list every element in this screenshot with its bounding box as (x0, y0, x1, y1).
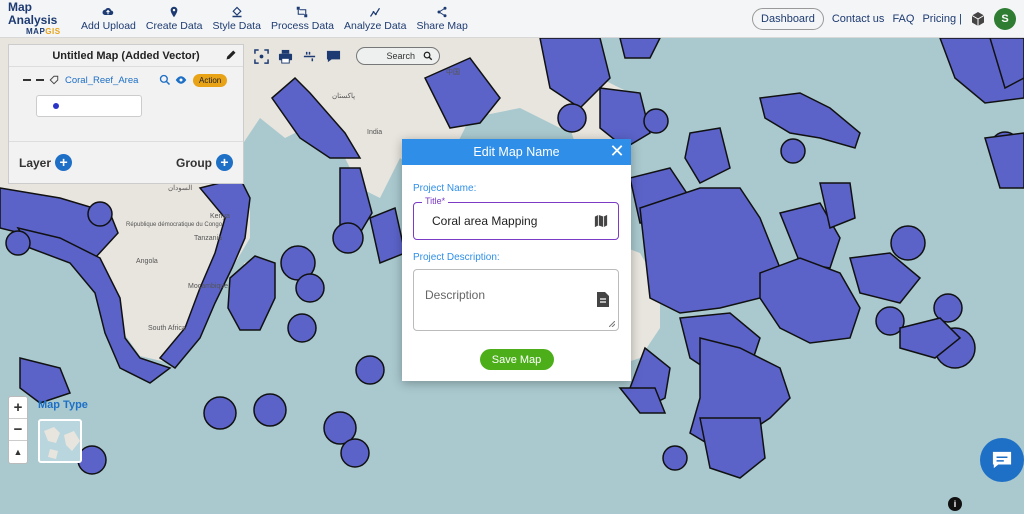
close-icon[interactable]: ✕ (609, 142, 625, 160)
title-field-label: Title* (422, 196, 449, 206)
title-input-value: Coral area Mapping (432, 214, 538, 228)
nav-create-data-label: Create Data (145, 19, 203, 32)
map-title: Untitled Map (Added Vector) (52, 49, 200, 62)
description-placeholder: Description (425, 288, 486, 302)
eye-icon[interactable] (175, 74, 187, 86)
nav-menu: Add Upload Create Data Style Data Proces… (76, 6, 473, 32)
nav-analyze-data[interactable]: Analyze Data (339, 6, 411, 32)
resize-handle-icon[interactable] (609, 321, 615, 327)
map-title-bar: Untitled Map (Added Vector) (9, 45, 243, 67)
logo-sub-map: MAP (26, 27, 46, 36)
user-avatar[interactable]: S (994, 8, 1016, 30)
layer-row[interactable]: Coral_Reef_Area Action (9, 67, 243, 93)
analyze-chart-icon (370, 7, 381, 17)
zoom-in-button[interactable]: + (9, 397, 27, 419)
process-nodes-icon (297, 6, 308, 17)
layer-legend (36, 95, 142, 117)
nav-add-upload-label: Add Upload (81, 19, 136, 32)
fullscreen-icon[interactable] (254, 48, 269, 64)
chat-button[interactable] (980, 438, 1024, 482)
drag-handle[interactable] (23, 79, 31, 81)
layer-name-link[interactable]: Coral_Reef_Area (65, 75, 159, 86)
add-layer-group: Layer + (19, 154, 73, 171)
nav-style-data[interactable]: Style Data (208, 6, 266, 32)
map-search-label: Search (386, 51, 415, 61)
project-description-label: Project Description: (413, 252, 500, 263)
chat-icon (992, 451, 1012, 469)
share-icon (437, 6, 447, 17)
legend-symbol (53, 103, 59, 109)
logo-subtitle: MAPGIS (26, 27, 61, 36)
cube-icon[interactable] (970, 11, 986, 27)
zoom-to-layer-icon[interactable] (159, 74, 171, 86)
paint-bucket-icon (232, 6, 242, 17)
dialog-title: Edit Map Name (473, 145, 560, 159)
zoom-controls: + − ▲ (8, 396, 28, 464)
faq-link[interactable]: FAQ (892, 13, 914, 25)
map-label-india: India (367, 129, 382, 136)
search-icon (423, 51, 433, 61)
edit-map-name-dialog: Edit Map Name ✕ Project Name: Title* Cor… (402, 139, 631, 381)
map-icon (594, 214, 608, 228)
map-label-china: 中国 (446, 67, 460, 76)
cloud-upload-icon (102, 7, 114, 15)
title-input[interactable]: Title* Coral area Mapping (413, 196, 619, 240)
map-label-kenya: Kenya (210, 213, 230, 220)
tag-icon (49, 75, 59, 85)
location-pin-icon (170, 6, 178, 17)
map-type-thumbnail[interactable] (38, 419, 82, 463)
add-group-button[interactable]: + (216, 154, 233, 171)
project-name-label: Project Name: (413, 183, 477, 194)
document-icon (597, 292, 609, 307)
save-map-button[interactable]: Save Map (479, 349, 554, 370)
top-navbar: Map Analysis MAPGIS Add Upload Create Da… (0, 0, 1024, 38)
map-label-mozambique: Moçambique (188, 283, 228, 290)
nav-share-map[interactable]: Share Map (411, 6, 472, 32)
map-search-button[interactable]: Search (356, 47, 440, 65)
add-layer-button[interactable]: + (55, 154, 73, 171)
nav-right: Dashboard Contact us FAQ Pricing | S (752, 0, 1024, 38)
layer-panel-footer: Layer + Group + (9, 141, 243, 183)
nav-style-data-label: Style Data (212, 19, 261, 32)
zoom-out-button[interactable]: − (9, 419, 27, 441)
contact-link[interactable]: Contact us (832, 13, 885, 25)
collapse-toggle[interactable] (36, 79, 44, 81)
nav-share-map-label: Share Map (416, 19, 468, 32)
reset-north-button[interactable]: ▲ (9, 441, 27, 463)
nav-add-upload[interactable]: Add Upload (76, 6, 141, 32)
map-label-sudan: السودان (168, 184, 192, 192)
layer-panel: Untitled Map (Added Vector) Coral_Reef_A… (8, 44, 244, 184)
measure-icon[interactable] (302, 49, 317, 64)
info-button[interactable]: i (948, 497, 962, 511)
map-label-drc: République démocratique du Congo (126, 222, 223, 228)
map-toolbar: Search (248, 44, 446, 68)
map-label-tanzania: Tanzania (194, 235, 222, 242)
map-label-pakistan: پاکستان (332, 92, 355, 100)
dialog-header: Edit Map Name ✕ (402, 139, 631, 165)
map-type-label: Map Type (38, 399, 88, 411)
action-button[interactable]: Action (193, 73, 228, 87)
pencil-icon[interactable] (225, 49, 237, 61)
dashboard-button[interactable]: Dashboard (752, 8, 824, 30)
pricing-link[interactable]: Pricing | (922, 13, 962, 25)
map-label-south-africa: South Africa (148, 325, 186, 332)
map-label-angola: Angola (136, 258, 158, 265)
app-logo[interactable]: Map Analysis MAPGIS (0, 0, 76, 37)
description-textarea[interactable]: Description (413, 269, 619, 331)
nav-analyze-data-label: Analyze Data (343, 19, 407, 32)
add-group-group: Group + (176, 154, 233, 171)
logo-sub-gis: GIS (45, 27, 61, 36)
logo-title: Map Analysis (8, 0, 58, 27)
comment-icon[interactable] (326, 49, 341, 64)
map-type-preview (44, 427, 80, 459)
nav-process-data-label: Process Data (270, 19, 334, 32)
nav-process-data[interactable]: Process Data (266, 6, 339, 32)
layer-label: Layer (19, 155, 52, 170)
nav-create-data[interactable]: Create Data (141, 6, 208, 32)
group-label: Group (176, 155, 212, 170)
print-icon[interactable] (278, 49, 293, 64)
